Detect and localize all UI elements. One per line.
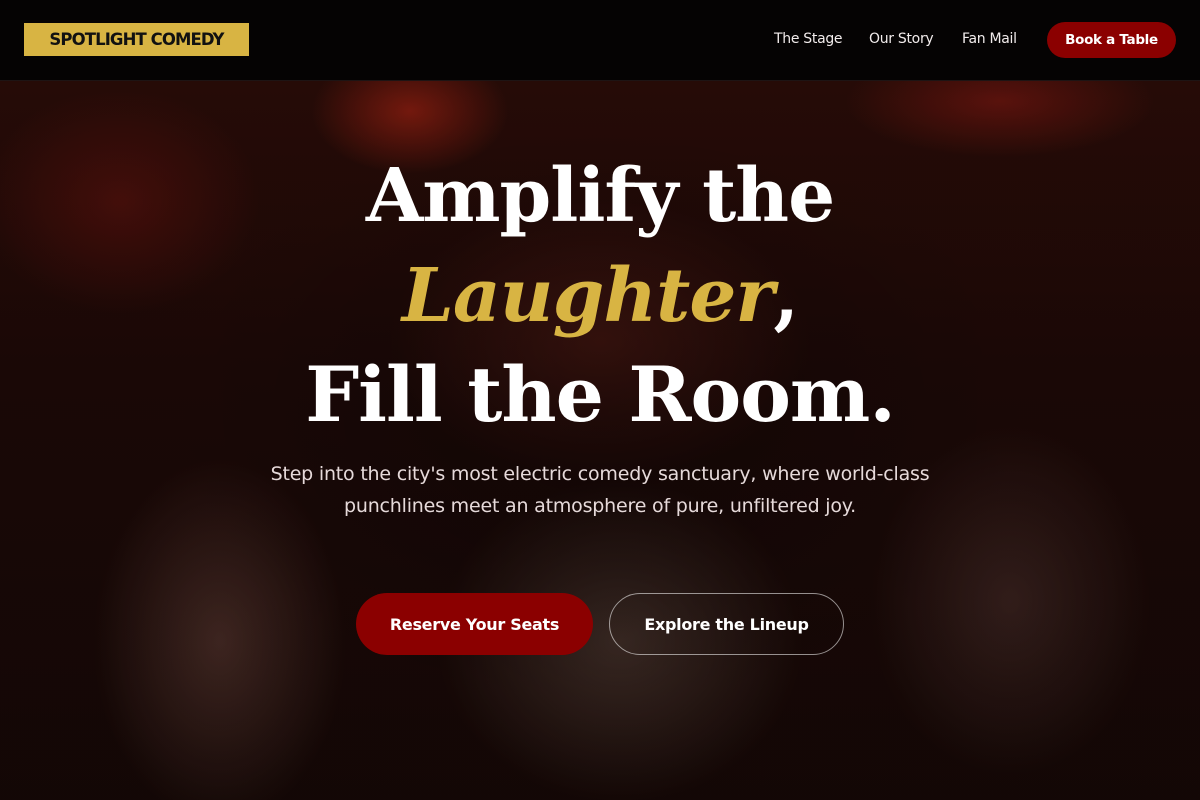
top-navbar: SPOTLIGHT COMEDY The Stage Our Story Fan… xyxy=(0,0,1200,81)
explore-lineup-button[interactable]: Explore the Lineup xyxy=(609,593,844,655)
brand-logo[interactable]: SPOTLIGHT COMEDY xyxy=(24,23,249,56)
hero-section: Amplify the Laughter, Fill the Room. Ste… xyxy=(0,81,1200,800)
hero-headline-line-1: Amplify the xyxy=(365,153,835,239)
hero-headline-line-3: Fill the Room. xyxy=(305,350,896,439)
hero-subtext: Step into the city's most electric comed… xyxy=(270,463,930,517)
hero-headline-accent: Laughter xyxy=(401,253,775,339)
reserve-seats-button[interactable]: Reserve Your Seats xyxy=(356,593,593,655)
nav-link-our-story[interactable]: Our Story xyxy=(869,31,934,47)
hero-headline-comma: , xyxy=(773,253,799,339)
nav-link-fan-mail[interactable]: Fan Mail xyxy=(962,31,1017,47)
hero-headline-line-2: Laughter, xyxy=(0,251,1200,341)
book-a-table-button[interactable]: Book a Table xyxy=(1047,22,1176,58)
nav-link-the-stage[interactable]: The Stage xyxy=(774,31,843,47)
